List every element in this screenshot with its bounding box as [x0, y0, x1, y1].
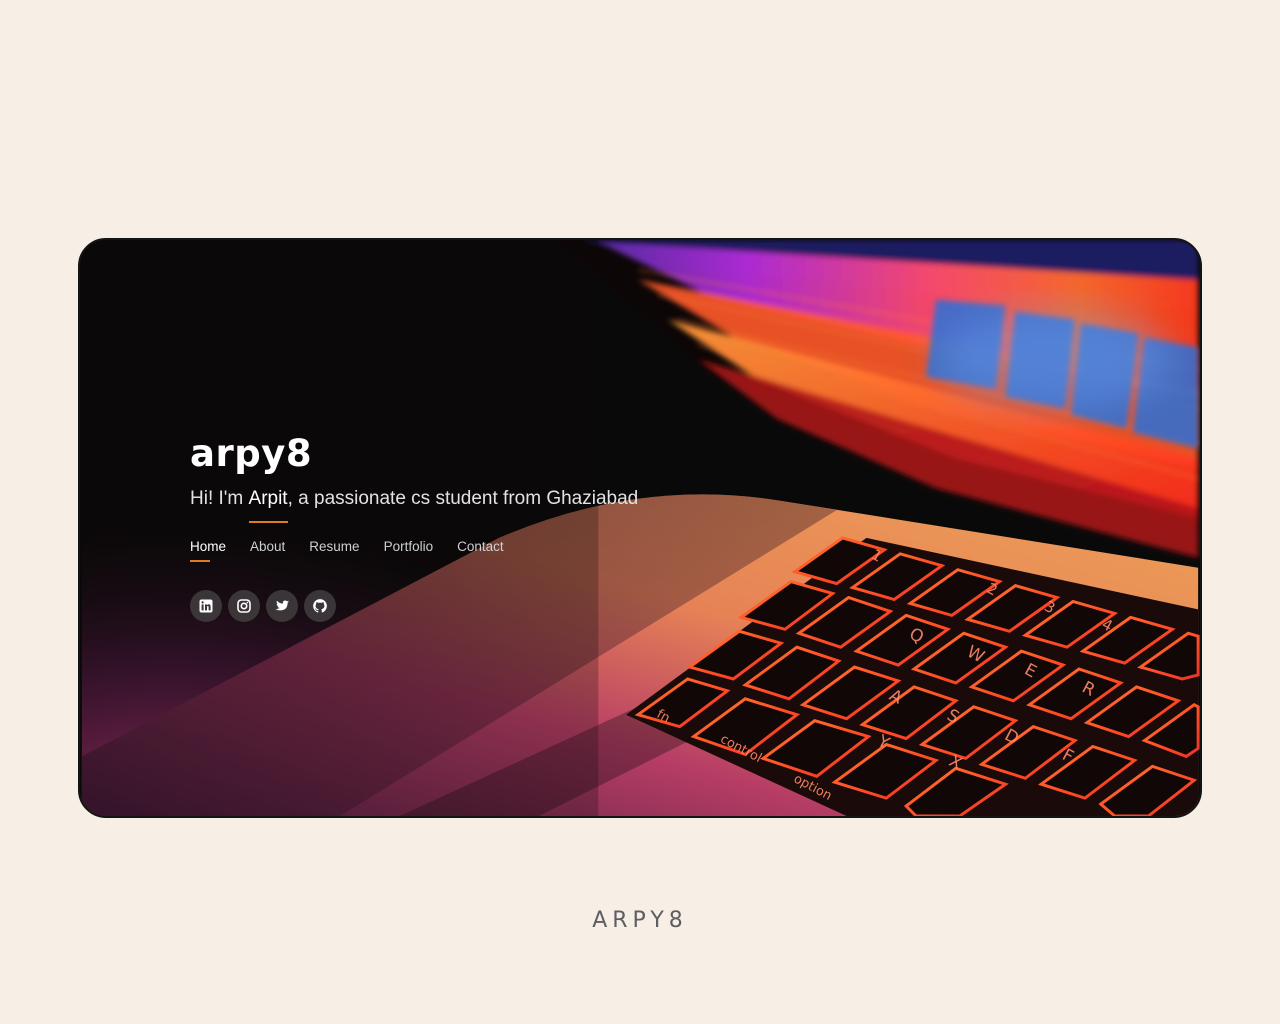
- hero-card: fn control option A S D F Q W E R X Y 1 …: [78, 238, 1202, 818]
- github-icon: [313, 599, 327, 613]
- github-button[interactable]: [304, 590, 336, 622]
- hero-tagline: Hi! I'm Arpit, a passionate cs student f…: [190, 484, 790, 523]
- tagline-prefix: Hi! I'm: [190, 488, 249, 509]
- nav-item-contact[interactable]: Contact: [457, 538, 504, 562]
- nav-item-about[interactable]: About: [250, 538, 285, 562]
- twitter-button[interactable]: [266, 590, 298, 622]
- tagline-name: Arpit: [248, 484, 288, 523]
- nav-item-portfolio[interactable]: Portfolio: [384, 538, 434, 562]
- hero-content: arpy8 Hi! I'm Arpit, a passionate cs stu…: [190, 430, 790, 622]
- social-links: [190, 590, 790, 622]
- instagram-button[interactable]: [228, 590, 260, 622]
- main-nav: Home About Resume Portfolio Contact: [190, 538, 790, 562]
- footer-brand: ARPY8: [592, 908, 688, 933]
- linkedin-button[interactable]: [190, 590, 222, 622]
- site-title: arpy8: [190, 432, 313, 475]
- tagline-suffix: , a passionate cs student from Ghaziabad: [287, 488, 639, 509]
- instagram-icon: [237, 599, 251, 613]
- linkedin-icon: [199, 599, 213, 613]
- nav-item-home[interactable]: Home: [190, 538, 226, 562]
- twitter-icon: [275, 600, 289, 611]
- nav-item-resume[interactable]: Resume: [309, 538, 359, 562]
